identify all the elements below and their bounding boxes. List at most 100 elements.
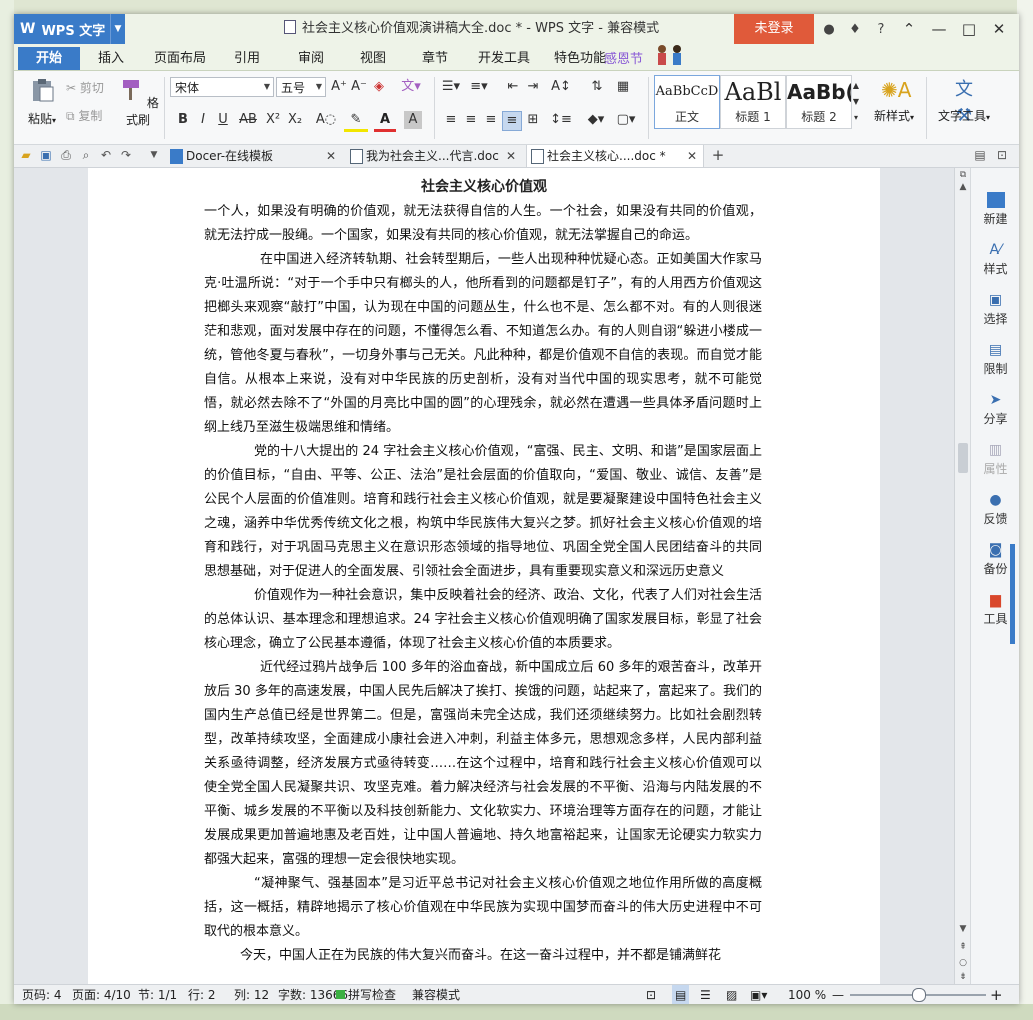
scroll-down-icon[interactable]: ▼ [955,924,971,934]
redo-icon[interactable]: ↷ [118,147,134,163]
task-select[interactable]: ▣ 选择 [971,292,1019,327]
tab-special-features[interactable]: 特色功能 [554,47,606,70]
task-style[interactable]: A⁄ 样式 [971,242,1019,277]
help-icon[interactable]: ? [871,19,891,39]
style-heading-2[interactable]: AaBb( 标题 2 [786,75,852,129]
align-left-icon[interactable]: ≡ [442,111,460,129]
align-right-icon[interactable]: ≡ [482,111,500,129]
save-icon[interactable]: ▣ [38,147,54,163]
tab-developer[interactable]: 开发工具 [478,47,530,70]
maximize-button[interactable]: □ [954,14,984,44]
sort-icon[interactable]: ⇅ [586,78,608,96]
tab-review[interactable]: 审阅 [298,47,324,70]
tab-view[interactable]: 视图 [360,47,386,70]
chevron-down-icon[interactable]: ▼ [110,14,125,44]
borders-icon[interactable]: ▢▾ [614,111,638,129]
copy-button[interactable]: ⧉ 复制 [66,107,116,124]
open-folder-icon[interactable]: ▰ [18,147,34,163]
shading-fill-icon[interactable]: ◆▾ [584,111,608,129]
task-pane-edge[interactable] [1010,544,1015,644]
close-icon[interactable]: ✕ [506,145,516,167]
justify-icon[interactable]: ≡ [502,111,522,131]
task-properties[interactable]: ▥ 属性 [971,442,1019,477]
scroll-options-icon[interactable]: ⧉ [955,170,971,180]
underline-icon[interactable]: U [214,111,232,129]
style-heading-1[interactable]: AaBl 标题 1 [720,75,786,129]
grow-font-icon[interactable]: A⁺ [330,78,348,96]
font-color-icon[interactable]: A [374,111,396,132]
next-page-icon[interactable]: ⇟ [955,972,971,982]
task-feedback[interactable]: ● 反馈 [971,492,1019,527]
scroll-up-icon[interactable]: ▲ [955,182,971,192]
phonetic-guide-icon[interactable]: 文▾ [396,78,426,96]
undo-icon[interactable]: ↶ [98,147,114,163]
task-share[interactable]: ➤ 分享 [971,392,1019,427]
zoom-slider-knob[interactable] [912,988,926,1002]
close-icon[interactable]: ✕ [326,145,336,167]
subscript-icon[interactable]: X₂ [286,111,304,129]
new-style-button[interactable]: ✺A 新样式▾ [866,77,922,124]
page-view-icon[interactable]: ▤ [672,985,690,1004]
document-page[interactable]: 社会主义核心价值观 一个人，如果没有明确的价值观，就无法获得自信的人生。一个社会… [88,168,880,984]
web-view-icon[interactable]: ▨ [726,985,737,1004]
close-button[interactable]: ✕ [984,14,1014,44]
paste-button[interactable]: 粘贴▾ [22,77,62,127]
scroll-thumb[interactable] [958,443,968,473]
cut-button[interactable]: ✂ 剪切 [66,79,116,96]
ribbon-toggle-icon[interactable]: ⊡ [994,147,1010,163]
festival-banner[interactable]: 感恩节 [604,48,643,67]
distribute-icon[interactable]: ⊞ [524,111,542,129]
highlight-icon[interactable]: ✎ [344,111,368,132]
login-button[interactable]: 未登录 [734,14,814,44]
char-spacing-icon[interactable]: A◌ [314,111,338,129]
zoom-out-icon[interactable]: — [832,985,844,1004]
bullet-list-icon[interactable]: ☰▾ [440,78,462,96]
minimize-button[interactable]: — [924,14,954,44]
style-more-icon[interactable]: ▾ [850,109,862,127]
status-spell-check[interactable]: 拼写检查 [348,985,396,1004]
doc-tab-2[interactable]: 我为社会主义...代言.doc ✕ [346,145,522,167]
shrink-font-icon[interactable]: A⁻ [350,78,368,96]
outline-view-icon[interactable]: ☰ [700,985,711,1004]
full-screen-view-icon[interactable]: ⊡ [646,985,656,1004]
line-spacing-icon[interactable]: ↕≡ [548,111,574,129]
tab-home[interactable]: 开始 [18,47,80,70]
select-browse-icon[interactable]: ○ [955,958,971,968]
align-center-icon[interactable]: ≡ [462,111,480,129]
reading-view-icon[interactable]: ▣▾ [750,985,767,1004]
quick-access-menu-icon[interactable]: ▼ [146,147,162,163]
style-normal[interactable]: AaBbCcD 正文 [654,75,720,129]
app-menu-button[interactable]: W WPS 文字 ▼ [14,14,125,44]
tab-references[interactable]: 引用 [234,47,260,70]
task-new[interactable]: 新建 [971,192,1019,227]
font-name-combo[interactable]: 宋体 ▼ [170,77,274,97]
print-icon[interactable]: ⎙ [58,147,74,163]
doc-tab-docer[interactable]: Docer-在线模板 ✕ [166,145,342,167]
tab-chapter[interactable]: 章节 [422,47,448,70]
close-icon[interactable]: ✕ [687,145,697,167]
zoom-in-icon[interactable]: + [990,985,1003,1004]
strikethrough-icon[interactable]: AB [236,111,260,129]
increase-indent-icon[interactable]: ⇥ [524,78,542,96]
document-body[interactable]: 一个人，如果没有明确的价值观，就无法获得自信的人生。一个社会，如果没有共同的价值… [204,200,762,968]
vertical-scrollbar[interactable]: ⧉ ▲ ▼ ⇞ ○ ⇟ [954,168,971,984]
format-painter-button[interactable]: 格式刷 [116,77,160,128]
ribbon-collapse-icon[interactable]: ⌃ [894,14,924,44]
tab-insert[interactable]: 插入 [98,47,124,70]
italic-icon[interactable]: I [194,111,212,129]
doc-tab-active[interactable]: 社会主义核心....doc * ✕ [526,145,704,167]
skin-icon[interactable]: ● [819,19,839,39]
decrease-indent-icon[interactable]: ⇤ [504,78,522,96]
tab-list-icon[interactable]: ▤ [972,147,988,163]
superscript-icon[interactable]: X² [264,111,282,129]
zoom-level[interactable]: 100 % [788,985,826,1004]
text-direction-icon[interactable]: A↕ [548,78,574,96]
char-shading-icon[interactable]: A [404,111,422,129]
font-size-combo[interactable]: 五号 ▼ [276,77,326,97]
text-tools-button[interactable]: 文⚒ 文字工具▾ [932,77,996,126]
shirt-icon[interactable]: ♦ [845,19,865,39]
bold-icon[interactable]: B [174,111,192,129]
clear-format-icon[interactable]: ◈ [370,78,388,96]
table-border-icon[interactable]: ▦ [614,78,632,96]
numbered-list-icon[interactable]: ≡▾ [468,78,490,96]
